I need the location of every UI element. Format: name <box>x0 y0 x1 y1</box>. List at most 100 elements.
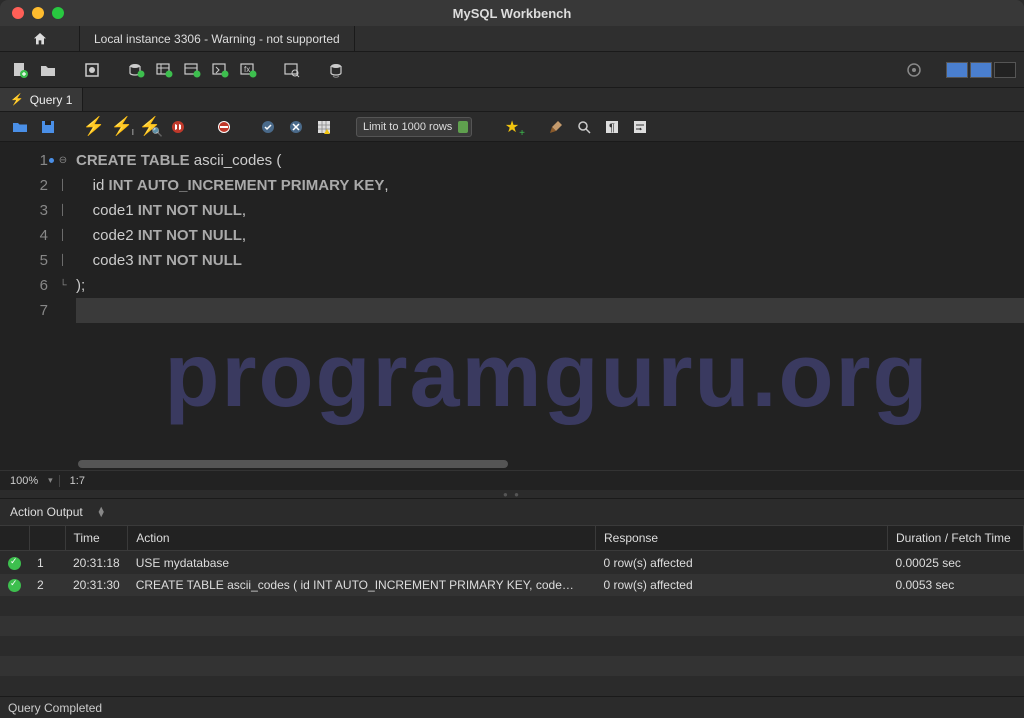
editor-toolbar: ⚡ ⚡I ⚡🔍 Limit to 1000 rows ★+ ¶ <box>0 112 1024 142</box>
bottom-panel-toggle[interactable] <box>970 62 992 78</box>
main-toolbar: fx <box>0 52 1024 88</box>
right-panel-toggle[interactable] <box>994 62 1016 78</box>
minimize-window-button[interactable] <box>32 7 44 19</box>
wrap-icon <box>632 119 648 135</box>
col-time[interactable]: Time <box>65 526 128 551</box>
proc-plus-icon <box>211 61 229 79</box>
toggle-invisible-button[interactable]: ¶ <box>602 117 622 137</box>
table-search-icon <box>283 61 301 79</box>
explain-button[interactable]: ⚡🔍 <box>140 117 160 137</box>
maximize-window-button[interactable] <box>52 7 64 19</box>
file-plus-icon <box>11 61 29 79</box>
inspector-icon <box>83 61 101 79</box>
status-success-icon <box>8 579 21 592</box>
connection-tab-bar: Local instance 3306 - Warning - not supp… <box>0 26 1024 52</box>
svg-text:¶: ¶ <box>609 122 615 134</box>
reconnect-button[interactable] <box>324 58 348 82</box>
x-circle-icon <box>288 119 304 135</box>
zoom-level[interactable]: 100% <box>0 475 48 487</box>
code-area[interactable]: CREATE TABLE ascii_codes ( id INT AUTO_I… <box>70 142 1024 458</box>
open-file-button[interactable] <box>10 117 30 137</box>
watermark: programguru.org <box>70 325 1024 428</box>
line-gutter: 1234567 <box>0 142 56 458</box>
limit-rows-select[interactable]: Limit to 1000 rows <box>356 117 472 137</box>
check-circle-icon <box>260 119 276 135</box>
status-bar: Query Completed <box>0 696 1024 718</box>
window-title: MySQL Workbench <box>0 6 1024 21</box>
favorite-button[interactable]: ★+ <box>502 117 522 137</box>
output-panel: Action Output ▲▼ Time Action Response Du… <box>0 498 1024 696</box>
no-entry-icon <box>216 119 232 135</box>
save-icon <box>40 119 56 135</box>
output-row[interactable]: 2 20:31:30 CREATE TABLE ascii_codes ( id… <box>0 574 1024 596</box>
stop-button[interactable] <box>168 117 188 137</box>
folder-open-icon <box>39 61 57 79</box>
cursor-position: 1:7 <box>59 475 95 487</box>
output-table-header-row: Time Action Response Duration / Fetch Ti… <box>0 526 1024 551</box>
query-tab-label: Query 1 <box>30 93 73 107</box>
fold-toggle[interactable]: ⊖ <box>56 148 70 173</box>
output-type-select[interactable]: Action Output <box>6 505 87 519</box>
connection-tab-label: Local instance 3306 - Warning - not supp… <box>94 32 340 46</box>
toggle-wrap-button[interactable] <box>630 117 650 137</box>
save-file-button[interactable] <box>38 117 58 137</box>
limit-rows-dropdown[interactable]: Limit to 1000 rows <box>356 117 472 137</box>
home-icon <box>32 31 48 47</box>
settings-button[interactable] <box>902 58 926 82</box>
execute-button[interactable]: ⚡ <box>84 117 104 137</box>
db-refresh-icon <box>327 61 345 79</box>
new-sql-tab-button[interactable] <box>8 58 32 82</box>
beautify-button[interactable] <box>546 117 566 137</box>
svg-text:fx: fx <box>244 65 250 74</box>
scrollbar-thumb[interactable] <box>78 460 508 468</box>
commit-button[interactable] <box>258 117 278 137</box>
sql-editor: 1234567 ⊖ ││││└ CREATE TABLE ascii_codes… <box>0 142 1024 490</box>
query-tab-bar: ⚡ Query 1 <box>0 88 1024 112</box>
sort-arrows-icon[interactable]: ▲▼ <box>97 507 106 517</box>
status-text: Query Completed <box>8 701 102 715</box>
search-table-button[interactable] <box>280 58 304 82</box>
status-success-icon <box>8 557 21 570</box>
inspector-button[interactable] <box>80 58 104 82</box>
editor-status-bar: 100% ▾ 1:7 <box>0 470 1024 490</box>
toggle-autocommit-button[interactable] <box>214 117 234 137</box>
connection-tab[interactable]: Local instance 3306 - Warning - not supp… <box>80 26 355 51</box>
col-duration[interactable]: Duration / Fetch Time <box>888 526 1024 551</box>
grid-warn-icon <box>316 119 332 135</box>
titlebar: MySQL Workbench <box>0 0 1024 26</box>
output-row[interactable]: 1 20:31:18 USE mydatabase 0 row(s) affec… <box>0 551 1024 574</box>
output-table: Time Action Response Duration / Fetch Ti… <box>0 525 1024 696</box>
home-button[interactable] <box>0 26 80 51</box>
close-window-button[interactable] <box>12 7 24 19</box>
horizontal-scrollbar[interactable] <box>0 458 1024 470</box>
create-schema-button[interactable] <box>124 58 148 82</box>
col-num[interactable] <box>29 526 65 551</box>
fold-column: ⊖ ││││└ <box>56 142 70 458</box>
broom-icon <box>548 119 564 135</box>
search-icon <box>576 119 592 135</box>
find-button[interactable] <box>574 117 594 137</box>
create-function-button[interactable]: fx <box>236 58 260 82</box>
bolt-icon: ⚡ <box>10 93 24 106</box>
panel-toggles <box>946 62 1016 78</box>
output-header: Action Output ▲▼ <box>0 499 1024 525</box>
create-view-button[interactable] <box>180 58 204 82</box>
pilcrow-icon: ¶ <box>604 119 620 135</box>
col-status[interactable] <box>0 526 29 551</box>
window-controls <box>12 7 64 19</box>
stop-icon <box>170 119 186 135</box>
editor-body[interactable]: 1234567 ⊖ ││││└ CREATE TABLE ascii_codes… <box>0 142 1024 458</box>
open-sql-file-button[interactable] <box>36 58 60 82</box>
view-plus-icon <box>183 61 201 79</box>
gear-icon <box>905 61 923 79</box>
col-action[interactable]: Action <box>128 526 596 551</box>
toggle-limit-button[interactable] <box>314 117 334 137</box>
panel-resize-handle[interactable]: ● ● <box>0 490 1024 498</box>
left-panel-toggle[interactable] <box>946 62 968 78</box>
query-tab[interactable]: ⚡ Query 1 <box>0 88 83 111</box>
create-table-button[interactable] <box>152 58 176 82</box>
col-response[interactable]: Response <box>596 526 888 551</box>
execute-current-button[interactable]: ⚡I <box>112 117 132 137</box>
create-procedure-button[interactable] <box>208 58 232 82</box>
rollback-button[interactable] <box>286 117 306 137</box>
